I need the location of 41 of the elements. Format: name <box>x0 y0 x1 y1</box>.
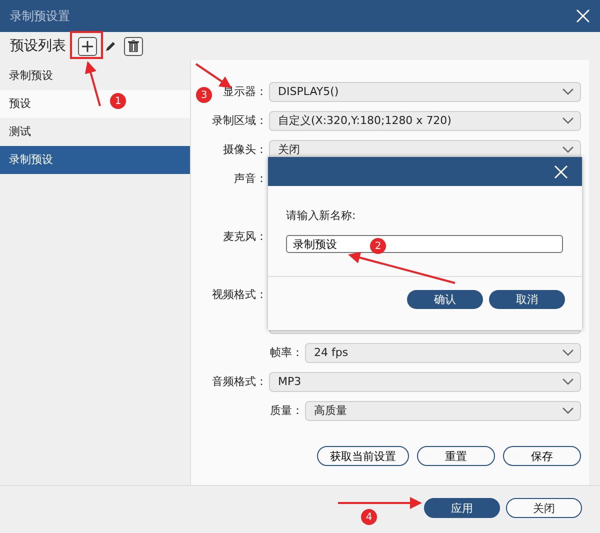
dialog-button[interactable]: 确认 <box>407 290 483 309</box>
annotation-arrow <box>84 61 101 106</box>
chevron-down-icon <box>562 378 574 385</box>
highlight-frame <box>70 31 103 59</box>
field-label: 录制区域： <box>212 113 267 128</box>
window-title: 录制预设置 <box>10 8 70 24</box>
step-number: 4 <box>361 509 377 525</box>
field-label: 声音： <box>234 171 267 186</box>
apply-button[interactable]: 应用 <box>424 498 500 518</box>
field-label: 摄像头： <box>223 142 267 157</box>
field-label: 麦克风： <box>223 229 267 244</box>
outline-button[interactable]: 重置 <box>417 446 495 466</box>
add-button[interactable] <box>78 36 97 56</box>
field-label: 音频格式： <box>212 374 267 389</box>
chevron-down-icon <box>562 407 574 414</box>
chevron-down-icon <box>562 349 574 356</box>
dialog-prompt: 请输入新名称: <box>286 208 357 223</box>
close-button[interactable]: 关闭 <box>506 498 582 518</box>
dialog-button[interactable]: 取消 <box>489 290 565 309</box>
preset-list-title: 预设列表 <box>10 37 66 55</box>
delete-button[interactable] <box>124 36 143 56</box>
pencil-icon <box>104 40 117 52</box>
chevron-down-icon <box>562 88 574 95</box>
dropdown[interactable]: 24 fps <box>305 342 581 362</box>
outline-button[interactable]: 保存 <box>503 446 581 466</box>
trash-icon <box>128 40 139 52</box>
field-label: 帧率： <box>270 345 303 360</box>
dropdown[interactable]: 高质量 <box>305 400 581 420</box>
close-icon[interactable] <box>576 9 590 23</box>
chevron-down-icon <box>562 146 574 153</box>
dropdown[interactable]: MP3 <box>269 372 581 392</box>
field-label: 质量： <box>270 403 303 418</box>
dropdown[interactable]: 自定义(X:320,Y:180;1280 x 720) <box>269 110 581 130</box>
field-label: 视频格式： <box>212 287 267 302</box>
close-icon[interactable] <box>554 164 568 178</box>
preset-item[interactable]: 录制预设 <box>0 146 190 174</box>
chevron-down-icon <box>562 117 574 124</box>
plus-icon <box>82 40 93 52</box>
outline-button[interactable]: 获取当前设置 <box>317 446 409 466</box>
dropdown[interactable]: 关闭 <box>269 140 581 160</box>
dropdown[interactable]: DISPLAY5() <box>269 82 581 102</box>
